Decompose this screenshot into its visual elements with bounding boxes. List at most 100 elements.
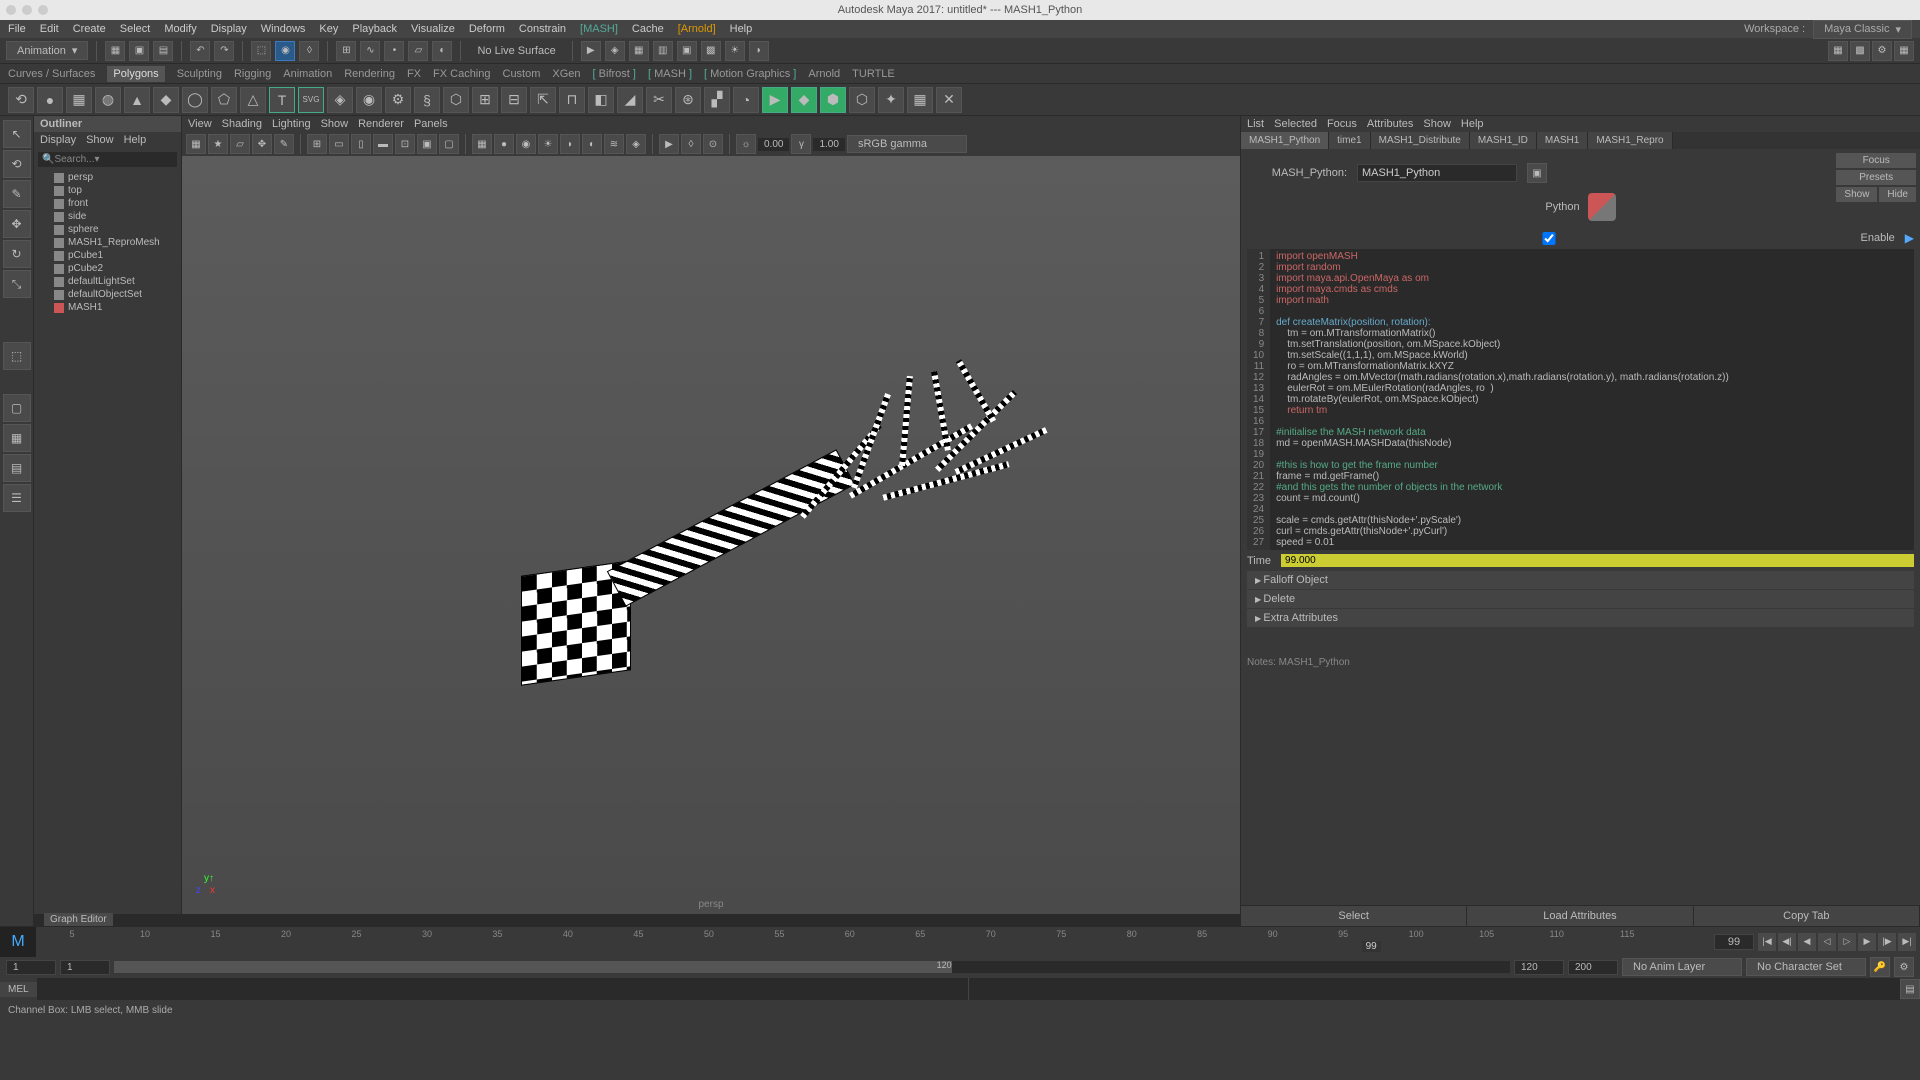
time-slider[interactable]: Graph Editor M 99 5101520253035404550556… [0, 926, 1920, 956]
append-icon[interactable]: ◧ [588, 87, 614, 113]
shelf-tab-bifrost[interactable]: [ Bifrost ] [593, 68, 636, 80]
vp-gamma-icon[interactable]: γ [791, 134, 811, 154]
anim-layer-dropdown[interactable]: No Anim Layer [1622, 958, 1742, 976]
vp-shaded-icon[interactable]: ● [494, 134, 514, 154]
shelf-tab-fxcaching[interactable]: FX Caching [433, 68, 490, 80]
outliner-item-repromesh[interactable]: MASH1_ReproMesh [34, 236, 181, 249]
graph-editor-label[interactable]: Graph Editor [44, 913, 113, 926]
outliner-item-objectset[interactable]: defaultObjectSet [34, 288, 181, 301]
mash-editor-icon[interactable]: ▦ [907, 87, 933, 113]
vp-field-chart-icon[interactable]: ⊡ [395, 134, 415, 154]
ae-copy-button[interactable]: Copy Tab [1694, 906, 1920, 926]
menu-select[interactable]: Select [120, 23, 151, 35]
vp-film-gate-icon[interactable]: ▭ [329, 134, 349, 154]
lasso-select-icon[interactable]: ◉ [275, 41, 295, 61]
close-window-btn[interactable] [6, 5, 16, 15]
script-editor[interactable]: 1234567891011121314151617181920212223242… [1247, 249, 1914, 550]
play-back-icon[interactable]: ◁ [1818, 933, 1836, 951]
vp-shadows-icon[interactable]: ◗ [560, 134, 580, 154]
shelf-tab-polygons[interactable]: Polygons [107, 66, 164, 82]
poly-disc-icon[interactable]: ◉ [356, 87, 382, 113]
vp-colorspace-dropdown[interactable]: sRGB gamma [847, 135, 967, 153]
menu-edit[interactable]: Edit [40, 23, 59, 35]
target-weld-icon[interactable]: ⊛ [675, 87, 701, 113]
vp-safe-title-icon[interactable]: ▢ [439, 134, 459, 154]
vp-grease-icon[interactable]: ✎ [274, 134, 294, 154]
mash-cache-icon[interactable]: ⬡ [849, 87, 875, 113]
rebuild-icon[interactable]: ⟲ [8, 87, 34, 113]
outliner-item-mash1[interactable]: MASH1 [34, 301, 181, 314]
save-scene-icon[interactable]: ▤ [153, 41, 173, 61]
poly-helix-icon[interactable]: § [414, 87, 440, 113]
separate-icon[interactable]: ⊟ [501, 87, 527, 113]
menu-visualize[interactable]: Visualize [411, 23, 455, 35]
shelf-tab-animation[interactable]: Animation [283, 68, 332, 80]
character-set-dropdown[interactable]: No Character Set [1746, 958, 1866, 976]
snap-point-icon[interactable]: • [384, 41, 404, 61]
vp-select-camera-icon[interactable]: ▦ [186, 134, 206, 154]
poly-pyramid-icon[interactable]: △ [240, 87, 266, 113]
open-scene-icon[interactable]: ▣ [129, 41, 149, 61]
outliner-menu-help[interactable]: Help [124, 134, 147, 146]
mash-util-icon[interactable]: ⬢ [820, 87, 846, 113]
maya-home-icon[interactable]: M [0, 927, 36, 957]
mirror-icon[interactable]: ▞ [704, 87, 730, 113]
snap-live-icon[interactable]: ◐ [432, 41, 452, 61]
lasso-tool-icon[interactable]: ⟲ [3, 150, 31, 178]
menu-display[interactable]: Display [211, 23, 247, 35]
vp-xray-joints-icon[interactable]: ⊙ [703, 134, 723, 154]
vp-image-plane-icon[interactable]: ▱ [230, 134, 250, 154]
step-fwd-key-icon[interactable]: |▶ [1878, 933, 1896, 951]
two-pane-icon[interactable]: ▤ [3, 454, 31, 482]
shelf-tab-xgen[interactable]: XGen [552, 68, 580, 80]
shelf-tab-curves[interactable]: Curves / Surfaces [8, 68, 95, 80]
ae-tab-distribute[interactable]: MASH1_Distribute [1371, 132, 1470, 149]
menu-windows[interactable]: Windows [261, 23, 306, 35]
shelf-tab-mograph[interactable]: [ Motion Graphics ] [704, 68, 796, 80]
menu-deform[interactable]: Deform [469, 23, 505, 35]
vp-isolate-icon[interactable]: ▶ [659, 134, 679, 154]
vp-grid-icon[interactable]: ⊞ [307, 134, 327, 154]
menu-key[interactable]: Key [319, 23, 338, 35]
shelf-tab-turtle[interactable]: TURTLE [852, 68, 895, 80]
go-end-icon[interactable]: ▶| [1898, 933, 1916, 951]
vp-wireframe-icon[interactable]: ▦ [472, 134, 492, 154]
vp-bookmark-icon[interactable]: ★ [208, 134, 228, 154]
render-icon[interactable]: ▦ [1828, 41, 1848, 61]
highlight-icon[interactable]: ◈ [605, 41, 625, 61]
step-back-key-icon[interactable]: ◀| [1778, 933, 1796, 951]
menu-playback[interactable]: Playback [352, 23, 397, 35]
outliner-menu-show[interactable]: Show [86, 134, 114, 146]
outliner-item-persp[interactable]: persp [34, 171, 181, 184]
vp-aa-icon[interactable]: ◈ [626, 134, 646, 154]
menu-create[interactable]: Create [73, 23, 106, 35]
outliner-menu-display[interactable]: Display [40, 134, 76, 146]
outliner-toggle-icon[interactable]: ☰ [3, 484, 31, 512]
last-tool-icon[interactable]: ⬚ [3, 342, 31, 370]
zoom-window-btn[interactable] [38, 5, 48, 15]
viewport-canvas[interactable]: y↑xz persp [182, 156, 1240, 914]
shadows-icon[interactable]: ◗ [749, 41, 769, 61]
poly-plane-icon[interactable]: ◆ [153, 87, 179, 113]
ae-tab-id[interactable]: MASH1_ID [1470, 132, 1537, 149]
ae-presets-button[interactable]: Presets [1836, 170, 1916, 185]
vp-menu-view[interactable]: View [188, 118, 212, 130]
poly-torus-icon[interactable]: ◯ [182, 87, 208, 113]
menu-file[interactable]: File [8, 23, 26, 35]
shelf-tab-custom[interactable]: Custom [503, 68, 541, 80]
vp-menu-renderer[interactable]: Renderer [358, 118, 404, 130]
xray-icon[interactable]: ▦ [629, 41, 649, 61]
ae-hide-button[interactable]: Hide [1879, 187, 1916, 202]
ae-tab-python[interactable]: MASH1_Python [1241, 132, 1329, 149]
ae-tab-mash1[interactable]: MASH1 [1537, 132, 1588, 149]
shelf-tab-arnold[interactable]: Arnold [808, 68, 840, 80]
current-frame-marker[interactable]: 99 [1362, 941, 1381, 952]
smooth-icon[interactable]: ◔ [733, 87, 759, 113]
outliner-item-top[interactable]: top [34, 184, 181, 197]
outliner-item-front[interactable]: front [34, 197, 181, 210]
paint-select-icon[interactable]: ◊ [299, 41, 319, 61]
outliner-item-lightset[interactable]: defaultLightSet [34, 275, 181, 288]
vp-gate-mask-icon[interactable]: ▬ [373, 134, 393, 154]
menu-arnold[interactable]: [Arnold] [678, 23, 716, 35]
undo-icon[interactable]: ↶ [190, 41, 210, 61]
